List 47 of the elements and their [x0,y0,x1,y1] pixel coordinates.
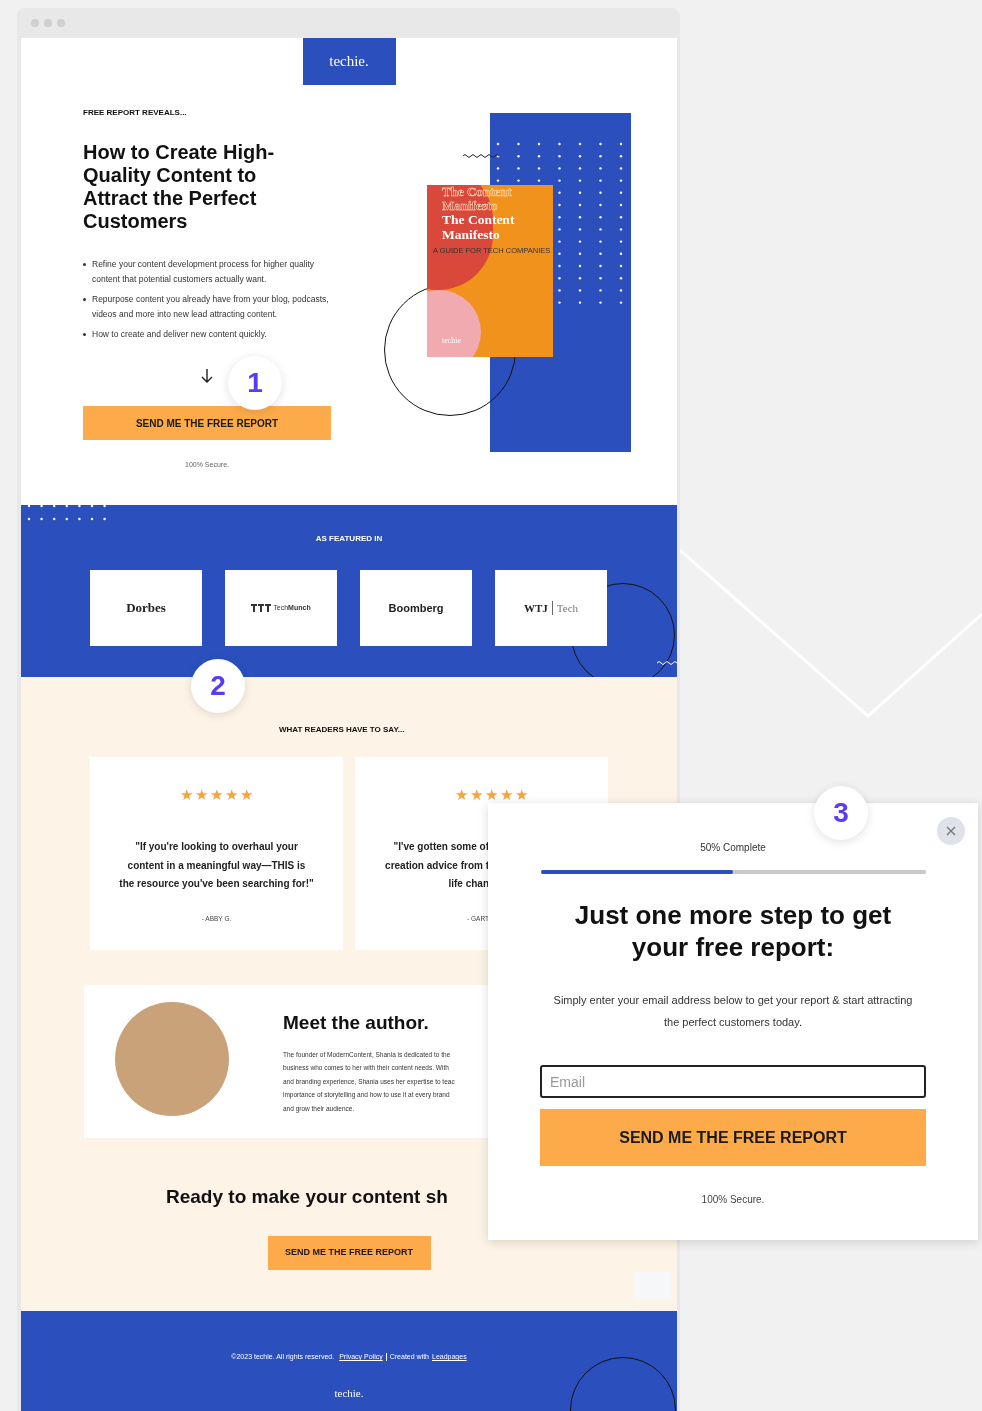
star-icon: ★ [470,787,483,802]
close-icon [946,826,956,836]
book-brand: techie [442,335,462,347]
book-ghost-title: The Content Manifesto [442,185,513,213]
letter-blocks-icon [251,604,272,612]
brand-logo: techie. [302,38,396,85]
bullet-icon [83,298,86,301]
publication-logo: Boomberg [388,600,444,616]
down-arrow-icon [200,368,214,384]
secure-note: 100% Secure. [701,1193,765,1207]
squiggle-icon [463,153,499,159]
popup-heading: Just one more step to get your free report: [573,899,893,963]
publication-logo: WTJ [523,600,548,616]
book-title: The Content Manifesto [442,212,516,242]
send-report-button[interactable]: SEND ME THE FREE REPORT [83,406,331,440]
bullet-text: How to create and deliver new content quickly. [92,328,267,341]
eyebrow-text: FREE REPORT REVEALS... [83,107,188,119]
cta-heading: Ready to make your content sh [166,1185,449,1209]
star-icon: ★ [240,787,253,802]
send-report-button[interactable]: SEND ME THE FREE REPORT [267,1235,431,1270]
star-icon: ★ [195,787,208,802]
star-icon: ★ [455,787,468,802]
email-field[interactable]: Email [540,1065,926,1098]
section-heading: WHAT READERS HAVE TO SAY... [279,724,406,736]
progress-label: 50% Complete [700,841,766,855]
bullet-text: Repurpose content you already have from your blog, podcasts, videos and more into new lead attracting content. [92,293,330,321]
close-button[interactable] [937,817,965,845]
star-icon: ★ [225,787,238,802]
star-icon: ★ [485,787,498,802]
star-icon: ★ [515,787,528,802]
popup-description: Simply enter your email address below to get your report & start attracting the perfect customers today. [552,993,914,1030]
star-icon: ★ [500,787,513,802]
star-icon: ★ [180,787,193,802]
hero-title: How to Create High-Quality Content to Attract the Perfect Customers [83,141,276,233]
bullet-icon [83,333,86,336]
section-heading: AS FEATURED IN [314,533,384,545]
step-number-badge: 3 [814,786,868,840]
bullet-text: Refine your content development process for higher quality content that potential customers actually want. [92,258,316,286]
send-report-button[interactable]: SEND ME THE FREE REPORT [540,1109,926,1166]
author-heading: Meet the author. [283,1011,430,1035]
squiggle-icon [657,660,677,666]
bullet-icon [83,263,86,266]
footer-logo: techie. [334,1385,364,1401]
testimonial-quote: "If you're looking to overhaul your content in a meaningful way—THIS is the resource you've been searching for!" [119,840,314,891]
star-icon: ★ [210,787,223,802]
publication-logo-suffix: Tech [556,600,579,616]
publication-logo: Dorbes [126,599,166,618]
